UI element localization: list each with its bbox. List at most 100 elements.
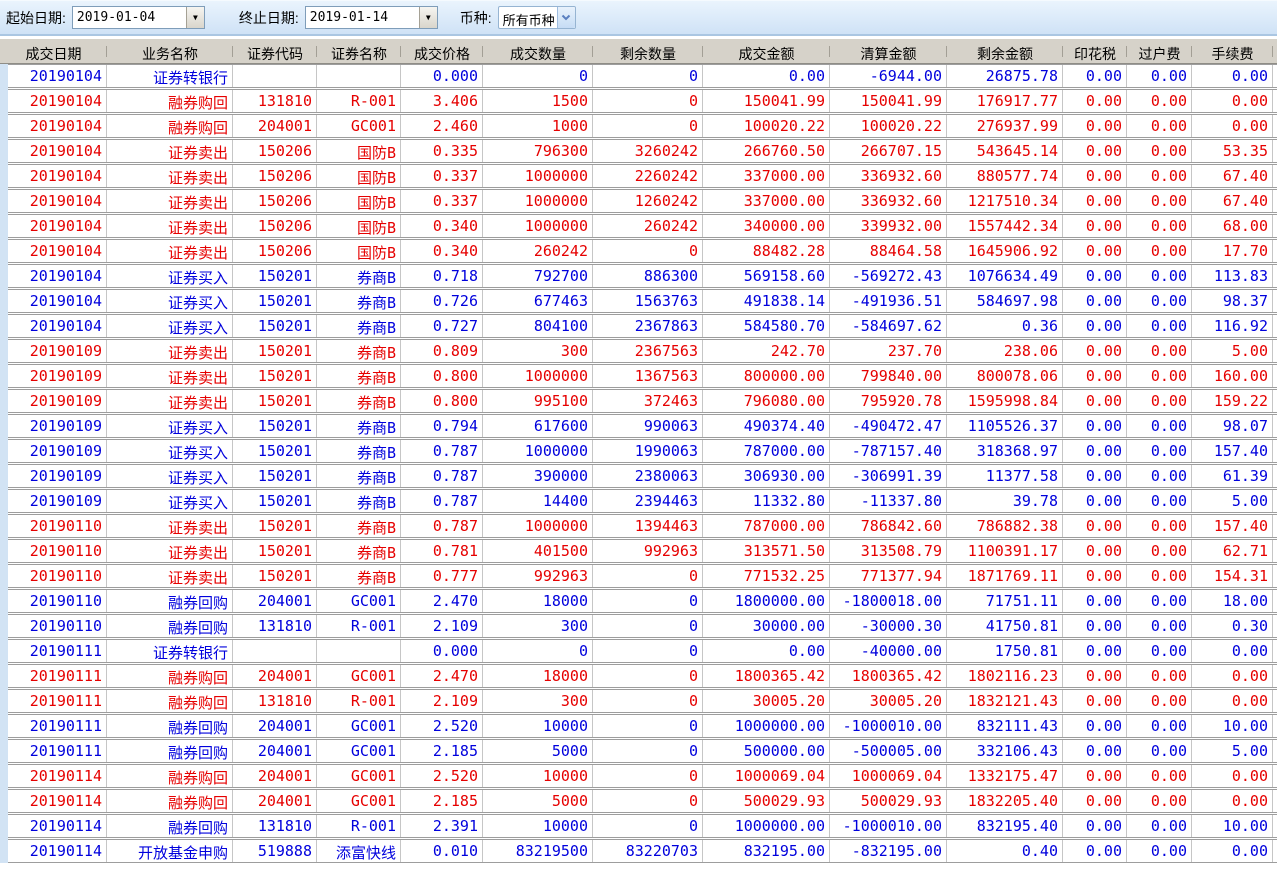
table-row[interactable]: 20190104 证券买入 150201 券商B 0.727 804100 2367863 5…	[8, 314, 1277, 338]
cell-quantity: 260242	[483, 240, 593, 262]
column-header-business-name[interactable]: 业务名称	[107, 39, 233, 63]
table-row[interactable]: 20190114 开放基金申购 519888 添富快线 0.010 83219500 832…	[8, 839, 1277, 863]
cell-commission: 157.40	[1192, 440, 1273, 462]
cell-quantity: 1500	[483, 90, 593, 112]
cell-remaining-quantity: 1563763	[593, 290, 703, 312]
column-header-stamp-tax[interactable]: 印花税	[1063, 39, 1127, 63]
table-row[interactable]: 20190104 证券卖出 150206 国防B 0.340 1000000 260242 3…	[8, 214, 1277, 238]
column-header-remaining-amount[interactable]: 剩余金额	[947, 39, 1063, 63]
cell-price: 0.000	[401, 640, 483, 662]
cell-business-name: 证券卖出	[107, 340, 233, 362]
cell-trade-date: 20190109	[8, 415, 107, 437]
cell-clearing-amount: 500029.93	[830, 790, 947, 812]
cell-security-code: 150201	[233, 315, 317, 337]
cell-security-code: 150201	[233, 465, 317, 487]
start-date-combobox[interactable]: 2019-01-04 ▼	[71, 6, 205, 29]
end-date-combobox[interactable]: 2019-01-14 ▼	[304, 6, 438, 29]
currency-combobox[interactable]: 所有币种	[497, 6, 576, 29]
table-row[interactable]: 20190114 融券购回 204001 GC001 2.520 10000 0 100006…	[8, 764, 1277, 788]
column-header-price[interactable]: 成交价格	[401, 39, 483, 63]
cell-stamp-tax: 0.00	[1063, 190, 1127, 212]
table-row[interactable]: 20190104 融券购回 204001 GC001 2.460 1000 0 100020.…	[8, 114, 1277, 138]
cell-remaining-amount: 1832121.43	[947, 690, 1063, 712]
table-row[interactable]: 20190109 证券卖出 150201 券商B 0.800 1000000 1367563…	[8, 364, 1277, 388]
cell-transfer-fee: 0.00	[1127, 690, 1192, 712]
cell-commission: 98.07	[1192, 415, 1273, 437]
cell-clearing-amount: -584697.62	[830, 315, 947, 337]
cell-clearing-amount: -1000010.00	[830, 715, 947, 737]
cell-security-code: 150206	[233, 240, 317, 262]
table-row[interactable]: 20190109 证券卖出 150201 券商B 0.809 300 2367563 242.…	[8, 339, 1277, 363]
table-row[interactable]: 20190114 融券回购 131810 R-001 2.391 10000 0 100000…	[8, 814, 1277, 838]
table-row[interactable]: 20190111 融券回购 204001 GC001 2.520 10000 0 100000…	[8, 714, 1277, 738]
table-row[interactable]: 20190114 融券购回 204001 GC001 2.185 5000 0 500029.…	[8, 789, 1277, 813]
cell-business-name: 证券卖出	[107, 190, 233, 212]
table-row[interactable]: 20190104 证券卖出 150206 国防B 0.340 260242 0 88482.2…	[8, 239, 1277, 263]
cell-security-name: 国防B	[317, 140, 401, 162]
table-row[interactable]: 20190104 证券买入 150201 券商B 0.718 792700 886300 56…	[8, 264, 1277, 288]
cell-price: 2.520	[401, 715, 483, 737]
cell-business-name: 证券转银行	[107, 65, 233, 87]
table-row[interactable]: 20190110 融券回购 204001 GC001 2.470 18000 0 180000…	[8, 589, 1277, 613]
column-header-security-name[interactable]: 证券名称	[317, 39, 401, 63]
table-row[interactable]: 20190109 证券买入 150201 券商B 0.787 390000 2380063 3…	[8, 464, 1277, 488]
column-header-clearing-amount[interactable]: 清算金额	[830, 39, 947, 63]
table-row[interactable]: 20190109 证券买入 150201 券商B 0.794 617600 990063 49…	[8, 414, 1277, 438]
table-row[interactable]: 20190104 证券卖出 150206 国防B 0.335 796300 3260242 2…	[8, 139, 1277, 163]
cell-remaining-quantity: 0	[593, 240, 703, 262]
table-row[interactable]: 20190111 融券购回 131810 R-001 2.109 300 0 30005.20…	[8, 689, 1277, 713]
cell-quantity: 792700	[483, 265, 593, 287]
cell-trade-date: 20190104	[8, 90, 107, 112]
table-row[interactable]: 20190104 证券买入 150201 券商B 0.726 677463 1563763 4…	[8, 289, 1277, 313]
table-row[interactable]: 20190104 证券转银行 0.000 0 0 0.00 -6944.00 26875.78…	[8, 64, 1277, 88]
dropdown-arrow-icon[interactable]: ▼	[185, 7, 204, 28]
cell-security-name: GC001	[317, 715, 401, 737]
cell-price: 0.781	[401, 540, 483, 562]
table-row[interactable]: 20190110 融券回购 131810 R-001 2.109 300 0 30000.00…	[8, 614, 1277, 638]
dropdown-arrow-icon[interactable]: ▼	[418, 7, 437, 28]
cell-stamp-tax: 0.00	[1063, 315, 1127, 337]
cell-commission: 62.71	[1192, 540, 1273, 562]
cell-remaining-amount: 1750.81	[947, 640, 1063, 662]
cell-remaining-quantity: 0	[593, 765, 703, 787]
table-row[interactable]: 20190110 证券卖出 150201 券商B 0.781 401500 992963 31…	[8, 539, 1277, 563]
table-row[interactable]: 20190110 证券卖出 150201 券商B 0.787 1000000 1394463…	[8, 514, 1277, 538]
table-row[interactable]: 20190111 融券购回 204001 GC001 2.470 18000 0 180036…	[8, 664, 1277, 688]
table-row[interactable]: 20190110 证券卖出 150201 券商B 0.777 992963 0 771532.…	[8, 564, 1277, 588]
table-row[interactable]: 20190111 证券转银行 0.000 0 0 0.00 -40000.00 1750.81…	[8, 639, 1277, 663]
cell-security-name: GC001	[317, 665, 401, 687]
cell-security-name: R-001	[317, 90, 401, 112]
column-header-commission[interactable]: 手续费	[1192, 39, 1273, 63]
table-row[interactable]: 20190111 融券回购 204001 GC001 2.185 5000 0 500000.…	[8, 739, 1277, 763]
table-row[interactable]: 20190109 证券卖出 150201 券商B 0.800 995100 372463 79…	[8, 389, 1277, 413]
cell-business-name: 证券卖出	[107, 540, 233, 562]
cell-transfer-fee: 0.00	[1127, 640, 1192, 662]
cell-remaining-amount: 1595998.84	[947, 390, 1063, 412]
cell-amount: 787000.00	[703, 440, 830, 462]
cell-remaining-amount: 1217510.34	[947, 190, 1063, 212]
cell-stamp-tax: 0.00	[1063, 340, 1127, 362]
table-row[interactable]: 20190104 证券卖出 150206 国防B 0.337 1000000 1260242…	[8, 189, 1277, 213]
table-row[interactable]: 20190104 证券卖出 150206 国防B 0.337 1000000 2260242…	[8, 164, 1277, 188]
filter-toolbar: 起始日期: 2019-01-04 ▼ 终止日期: 2019-01-14 ▼ 币种…	[0, 0, 1277, 36]
table-row[interactable]: 20190109 证券买入 150201 券商B 0.787 14400 2394463 11…	[8, 489, 1277, 513]
column-header-remaining-quantity[interactable]: 剩余数量	[593, 39, 703, 63]
cell-trade-date: 20190104	[8, 165, 107, 187]
table-row[interactable]: 20190104 融券购回 131810 R-001 3.406 1500 0 150041.…	[8, 89, 1277, 113]
cell-security-name: 券商B	[317, 540, 401, 562]
cell-business-name: 融券回购	[107, 615, 233, 637]
cell-amount: 490374.40	[703, 415, 830, 437]
column-header-amount[interactable]: 成交金额	[703, 39, 830, 63]
end-date-value: 2019-01-14	[309, 10, 389, 25]
cell-security-code: 150206	[233, 215, 317, 237]
column-header-trade-date[interactable]: 成交日期	[0, 39, 107, 63]
cell-trade-date: 20190109	[8, 340, 107, 362]
table-row[interactable]: 20190109 证券买入 150201 券商B 0.787 1000000 1990063…	[8, 439, 1277, 463]
cell-remaining-quantity: 2380063	[593, 465, 703, 487]
currency-value: 所有币种	[502, 14, 555, 28]
cell-security-code: 131810	[233, 615, 317, 637]
chevron-down-icon[interactable]	[556, 7, 575, 28]
column-header-security-code[interactable]: 证券代码	[233, 39, 317, 63]
column-header-quantity[interactable]: 成交数量	[483, 39, 593, 63]
column-header-transfer-fee[interactable]: 过户费	[1127, 39, 1192, 63]
